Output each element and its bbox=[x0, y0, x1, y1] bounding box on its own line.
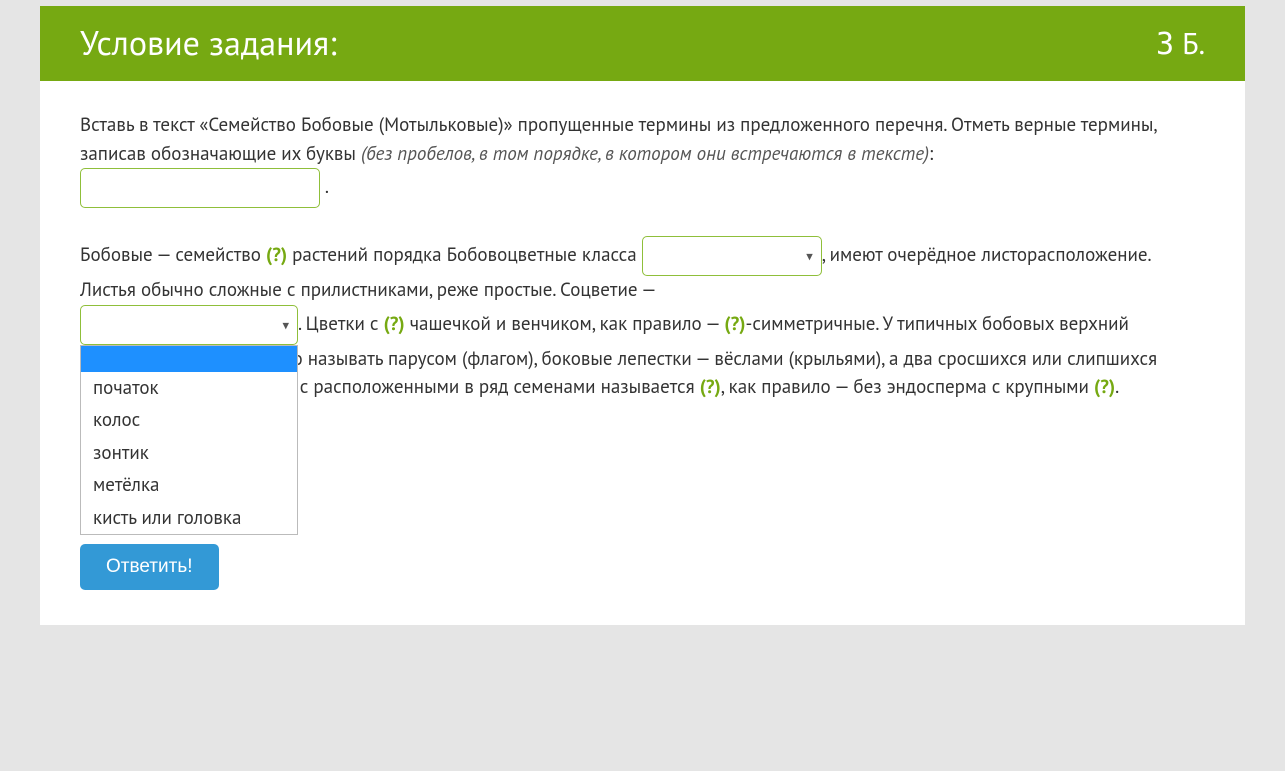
placeholder-q: (?) bbox=[724, 311, 745, 335]
task-header: Условие задания: 3 Б. bbox=[40, 6, 1245, 81]
text-frag-1: Бобовые — семейство bbox=[80, 243, 266, 267]
points-unit: Б. bbox=[1174, 24, 1205, 63]
points-number: 3 bbox=[1156, 27, 1174, 62]
dropdown-option[interactable]: метёлка bbox=[81, 469, 297, 502]
intro-period: . bbox=[325, 175, 329, 199]
intro-paragraph: Вставь в текст «Семейство Бобовые (Мотыл… bbox=[80, 111, 1205, 208]
task-card: Условие задания: 3 Б. Вставь в текст «Се… bbox=[40, 6, 1245, 625]
text-frag-5: чашечкой и венчиком, как правило — bbox=[405, 311, 725, 335]
placeholder-q: (?) bbox=[266, 243, 287, 267]
intro-italic: (без пробелов, в том порядке, в котором … bbox=[361, 142, 929, 166]
fill-text-paragraph: Бобовые — семейство (?) растений порядка… bbox=[80, 236, 1205, 402]
task-content: Вставь в текст «Семейство Бобовые (Мотыл… bbox=[40, 81, 1245, 625]
dropdown-option[interactable]: зонтик bbox=[81, 437, 297, 470]
select-class-wrap bbox=[642, 236, 822, 276]
select-inflorescence-wrap: початок колос зонтик метёлка кисть или г… bbox=[80, 305, 298, 345]
placeholder-q: (?) bbox=[1094, 375, 1115, 399]
answer-letters-input[interactable] bbox=[80, 168, 320, 208]
dropdown-option-selected[interactable] bbox=[81, 346, 297, 372]
dropdown-list: початок колос зонтик метёлка кисть или г… bbox=[80, 345, 298, 536]
task-points: 3 Б. bbox=[1156, 21, 1205, 67]
intro-colon: : bbox=[929, 142, 933, 166]
text-frag-8: . bbox=[1115, 375, 1119, 399]
dropdown-option[interactable]: початок bbox=[81, 372, 297, 405]
placeholder-q: (?) bbox=[384, 311, 405, 335]
dropdown-option[interactable]: колос bbox=[81, 404, 297, 437]
select-inflorescence[interactable] bbox=[80, 305, 298, 345]
text-frag-2: растений порядка Бобовоцветные класса bbox=[287, 243, 642, 267]
select-class[interactable] bbox=[642, 236, 822, 276]
placeholder-q: (?) bbox=[700, 375, 721, 399]
task-title: Условие задания: bbox=[80, 18, 337, 69]
dropdown-option[interactable]: кисть или головка bbox=[81, 502, 297, 535]
text-frag-4: . Цветки с bbox=[298, 311, 384, 335]
text-frag-7: , как правило — без эндосперма с крупным… bbox=[721, 375, 1094, 399]
submit-button[interactable]: Ответить! bbox=[80, 544, 219, 590]
